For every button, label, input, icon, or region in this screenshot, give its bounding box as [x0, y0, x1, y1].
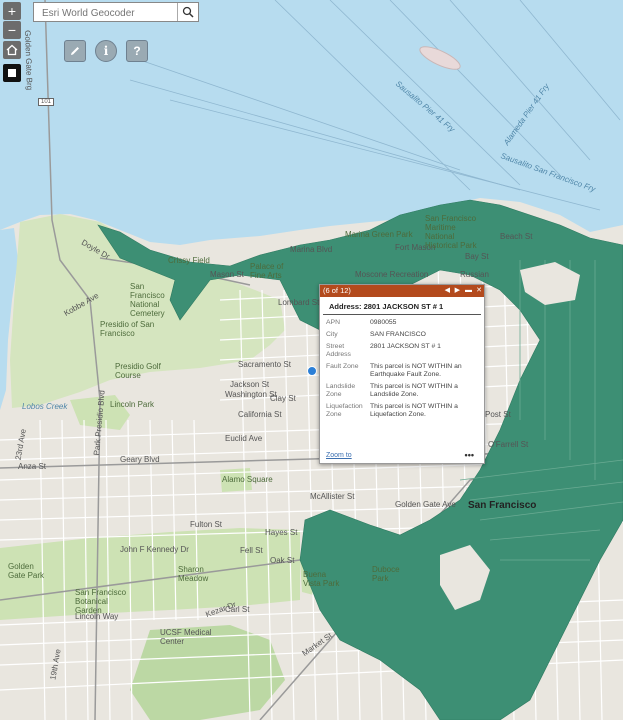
label-sf-civic: San Francisco — [468, 500, 537, 511]
label-geary-blvd: Geary Blvd — [120, 455, 160, 464]
label-marina-green: Marina Green Park — [345, 230, 413, 239]
zoom-in-button[interactable]: + — [3, 2, 21, 20]
field-key: APN — [326, 319, 340, 326]
field-row: Landslide Zone This parcel is NOT WITHIN … — [326, 382, 478, 402]
label-marina-blvd: Marina Blvd — [290, 245, 333, 254]
field-key: Liquefaction Zone — [326, 403, 363, 418]
maximize-popup-button[interactable]: ▬ — [465, 285, 472, 297]
field-value: This parcel is NOT WITHIN a Landslide Zo… — [370, 383, 458, 398]
geocoder-search — [33, 2, 199, 22]
zoom-out-button[interactable]: − — [3, 21, 21, 39]
label-duboce: Duboce Park — [372, 565, 400, 583]
label-hayes-st: Hayes St — [265, 528, 298, 537]
label-jfk-dr: John F Kennedy Dr — [120, 545, 189, 554]
close-popup-button[interactable]: ✕ — [476, 285, 482, 297]
label-carl-st: Carl St — [225, 605, 250, 614]
label-sacramento-st: Sacramento St — [238, 360, 291, 369]
label-jackson-st: Jackson St — [230, 380, 270, 389]
label-lincoln-park: Lincoln Park — [110, 400, 155, 409]
label-moscone: Moscone Recreation — [355, 270, 429, 279]
label-lombard: Lombard St — [278, 298, 320, 307]
zoom-to-link[interactable]: Zoom to — [326, 452, 352, 459]
field-row: Fault Zone This parcel is NOT WITHIN an E… — [326, 362, 478, 382]
label-sf-national-cemetery: San Francisco National Cemetery — [130, 282, 165, 318]
more-actions-button[interactable]: ••• — [465, 450, 474, 460]
field-value: 2801 JACKSON ST # 1 — [370, 343, 441, 350]
popup-counter: (6 of 12) — [323, 286, 351, 295]
field-row: Liquefaction Zone This parcel is NOT WITH… — [326, 402, 478, 422]
label-anza-st: Anza St — [18, 462, 47, 471]
field-value: This parcel is NOT WITHIN an Earthquake … — [370, 363, 462, 378]
field-key: City — [326, 331, 338, 338]
home-button[interactable] — [3, 41, 21, 59]
field-row: Street Address 2801 JACKSON ST # 1 — [326, 342, 478, 362]
label-presidio: Presidio of San Francisco — [100, 320, 155, 338]
label-sf-botanical: San Francisco Botanical Garden — [75, 588, 127, 615]
label-oak-st: Oak St — [270, 556, 295, 565]
search-input[interactable] — [40, 5, 182, 21]
label-crissy-field: Crissy Field — [168, 256, 210, 265]
label-bay-st: Bay St — [465, 252, 489, 261]
popup-fields: APN 0980055 City SAN FRANCISCO Street Addr… — [326, 318, 478, 422]
field-value: 0980055 — [370, 319, 397, 326]
label-fulton-st: Fulton St — [190, 520, 223, 529]
selected-parcel-marker[interactable] — [307, 366, 317, 376]
label-ucsf: UCSF Medical Center — [160, 628, 212, 646]
popup-header: (6 of 12) ◀ ▶ ▬ ✕ — [320, 285, 484, 297]
label-sharon-meadow: Sharon Meadow — [178, 565, 209, 583]
popup-title: Address: 2801 JACKSON ST # 1 — [323, 297, 481, 315]
label-route-101: 101 — [38, 98, 55, 106]
field-row: City SAN FRANCISCO — [326, 330, 478, 342]
label-buena-vista: Buena Vista Park — [303, 570, 340, 588]
label-alamo-square: Alamo Square — [222, 475, 273, 484]
label-golden-gate-ave: Golden Gate Ave — [395, 500, 456, 509]
label-mason-st: Mason St — [210, 270, 244, 279]
field-key: Landslide Zone — [326, 383, 356, 398]
label-lobos-creek: Lobos Creek — [22, 402, 68, 411]
label-post-st: Post St — [485, 410, 511, 419]
stop-square-icon — [8, 69, 16, 77]
label-palace-fine-arts: Palace of Fine Arts — [250, 262, 284, 280]
label-presidio-golf: Presidio Golf Course — [115, 362, 161, 380]
label-euclid-ave: Euclid Ave — [225, 434, 263, 443]
edit-tool-button[interactable] — [64, 40, 86, 62]
field-key: Fault Zone — [326, 363, 359, 370]
label-washington-st: Washington St — [225, 390, 277, 399]
label-fell-st: Fell St — [240, 546, 263, 555]
field-row: APN 0980055 — [326, 318, 478, 330]
prev-feature-button[interactable]: ◀ — [445, 285, 450, 297]
label-russian: Russian — [460, 270, 489, 279]
label-mcallister: McAllister St — [310, 492, 355, 501]
info-icon: i — [103, 44, 109, 58]
search-icon — [182, 6, 194, 18]
label-ofarrell: O'Farrell St — [488, 440, 529, 449]
help-tool-button[interactable]: ? — [126, 40, 148, 62]
search-button[interactable] — [177, 3, 198, 21]
field-key: Street Address — [326, 343, 351, 358]
pencil-icon — [71, 47, 79, 55]
label-california-st: California St — [238, 410, 282, 419]
help-icon: ? — [133, 44, 141, 58]
home-icon — [6, 44, 18, 56]
label-golden-gate-park: Golden Gate Park — [8, 562, 45, 580]
locate-button[interactable] — [3, 64, 21, 82]
field-value: SAN FRANCISCO — [370, 331, 426, 338]
field-value: This parcel is NOT WITHIN a Liquefaction… — [370, 403, 458, 418]
next-feature-button[interactable]: ▶ — [455, 285, 460, 297]
info-tool-button[interactable]: i — [95, 40, 117, 62]
label-sf-maritime: San Francisco Maritime National Historic… — [425, 214, 477, 250]
label-lincoln-way: Lincoln Way — [75, 612, 119, 621]
label-clay-st: Clay St — [270, 394, 296, 403]
label-beach-st: Beach St — [500, 232, 533, 241]
parcel-popup: (6 of 12) ◀ ▶ ▬ ✕ Address: 2801 JACKSON … — [319, 284, 485, 464]
